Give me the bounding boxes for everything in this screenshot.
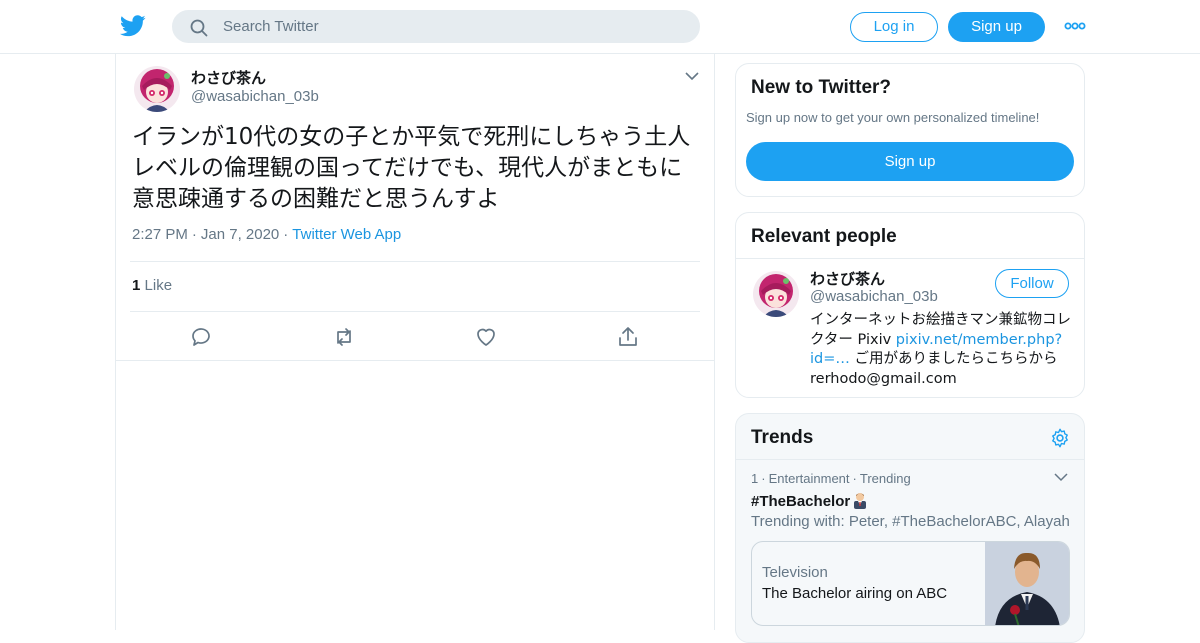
separator-dot: · bbox=[761, 471, 766, 486]
avatar[interactable] bbox=[753, 271, 799, 317]
event-title: The Bachelor airing on ABC bbox=[762, 585, 948, 602]
search-input[interactable] bbox=[223, 11, 683, 42]
relevant-people-card: Relevant people わさび茶ん @wasabichan_03b Fo… bbox=[735, 212, 1085, 398]
like-count-number: 1 bbox=[132, 277, 141, 294]
like-heart-icon[interactable] bbox=[474, 325, 498, 349]
search-box[interactable] bbox=[172, 10, 700, 43]
separator-dot: · bbox=[191, 226, 197, 243]
like-count-label: Like bbox=[144, 277, 173, 294]
avatar[interactable] bbox=[134, 66, 180, 112]
tweet-date[interactable]: Jan 7, 2020 bbox=[201, 226, 279, 243]
tweet-author-handle[interactable]: @wasabichan_03b bbox=[191, 88, 319, 105]
divider bbox=[130, 261, 700, 262]
tweet-column: わさび茶ん @wasabichan_03b イランが10代の女の子とか平気で死刑… bbox=[115, 54, 715, 630]
retweet-icon[interactable] bbox=[332, 325, 356, 349]
tweet-time[interactable]: 2:27 PM bbox=[132, 226, 188, 243]
tweet-author-name[interactable]: わさび茶ん bbox=[191, 67, 266, 88]
man-in-suit-emoji-icon bbox=[854, 493, 867, 509]
follow-button[interactable]: Follow bbox=[995, 269, 1069, 298]
card-title: Trends bbox=[751, 427, 814, 448]
person-handle[interactable]: @wasabichan_03b bbox=[810, 288, 938, 305]
share-icon[interactable] bbox=[616, 325, 640, 349]
trend-name[interactable]: #TheBachelor bbox=[751, 491, 869, 510]
sidebar-signup-button[interactable]: Sign up bbox=[746, 142, 1074, 181]
trend-related-terms: Trending with: Peter, #TheBachelorABC, A… bbox=[751, 513, 1070, 530]
tweet-text: イランが10代の女の子とか平気で死刑にしちゃう土人レベルの倫理観の国ってだけでも… bbox=[132, 124, 691, 212]
top-navigation-bar: Log in Sign up bbox=[0, 0, 1200, 54]
trend-meta: 1 · Entertainment · Trending bbox=[751, 471, 911, 486]
like-count[interactable]: 1 Like bbox=[132, 277, 172, 294]
separator-dot: · bbox=[852, 471, 857, 486]
person-bio: インターネットお絵描きマン兼鉱物コレクター Pixiv pixiv.net/me… bbox=[810, 311, 1072, 389]
card-title: New to Twitter? bbox=[751, 77, 892, 98]
trend-category: Entertainment bbox=[768, 471, 850, 486]
tweet: わさび茶ん @wasabichan_03b イランが10代の女の子とか平気で死刑… bbox=[116, 54, 714, 361]
reply-icon[interactable] bbox=[190, 325, 214, 349]
chevron-down-icon[interactable] bbox=[1054, 472, 1068, 482]
search-icon bbox=[190, 19, 208, 37]
gear-icon[interactable] bbox=[1049, 427, 1071, 449]
divider bbox=[736, 459, 1084, 460]
divider bbox=[130, 311, 700, 312]
trend-event-card[interactable]: Television The Bachelor airing on ABC bbox=[751, 541, 1070, 626]
divider bbox=[736, 258, 1084, 259]
tweet-metadata: 2:27 PM · Jan 7, 2020 · Twitter Web App bbox=[132, 226, 401, 243]
trend-status: Trending bbox=[859, 471, 911, 486]
person-name[interactable]: わさび茶ん bbox=[810, 268, 885, 289]
login-button[interactable]: Log in bbox=[850, 12, 938, 42]
event-thumbnail bbox=[985, 542, 1069, 625]
more-dots-icon[interactable] bbox=[1064, 20, 1086, 32]
card-subtitle: Sign up now to get your own personalized… bbox=[746, 110, 1040, 125]
event-category: Television bbox=[762, 564, 828, 581]
trend-rank: 1 bbox=[751, 471, 759, 486]
tweet-source-link[interactable]: Twitter Web App bbox=[292, 226, 401, 243]
twitter-bird-icon[interactable] bbox=[120, 14, 146, 38]
separator-dot: · bbox=[283, 226, 289, 243]
chevron-down-icon[interactable] bbox=[684, 70, 700, 82]
trends-card: Trends 1 · Entertainment · Trending #TheBach… bbox=[735, 413, 1085, 643]
trend-hashtag: #TheBachelor bbox=[751, 493, 851, 510]
signup-button[interactable]: Sign up bbox=[948, 12, 1045, 42]
new-to-twitter-card: New to Twitter? Sign up now to get your … bbox=[735, 63, 1085, 197]
card-title: Relevant people bbox=[751, 226, 897, 247]
